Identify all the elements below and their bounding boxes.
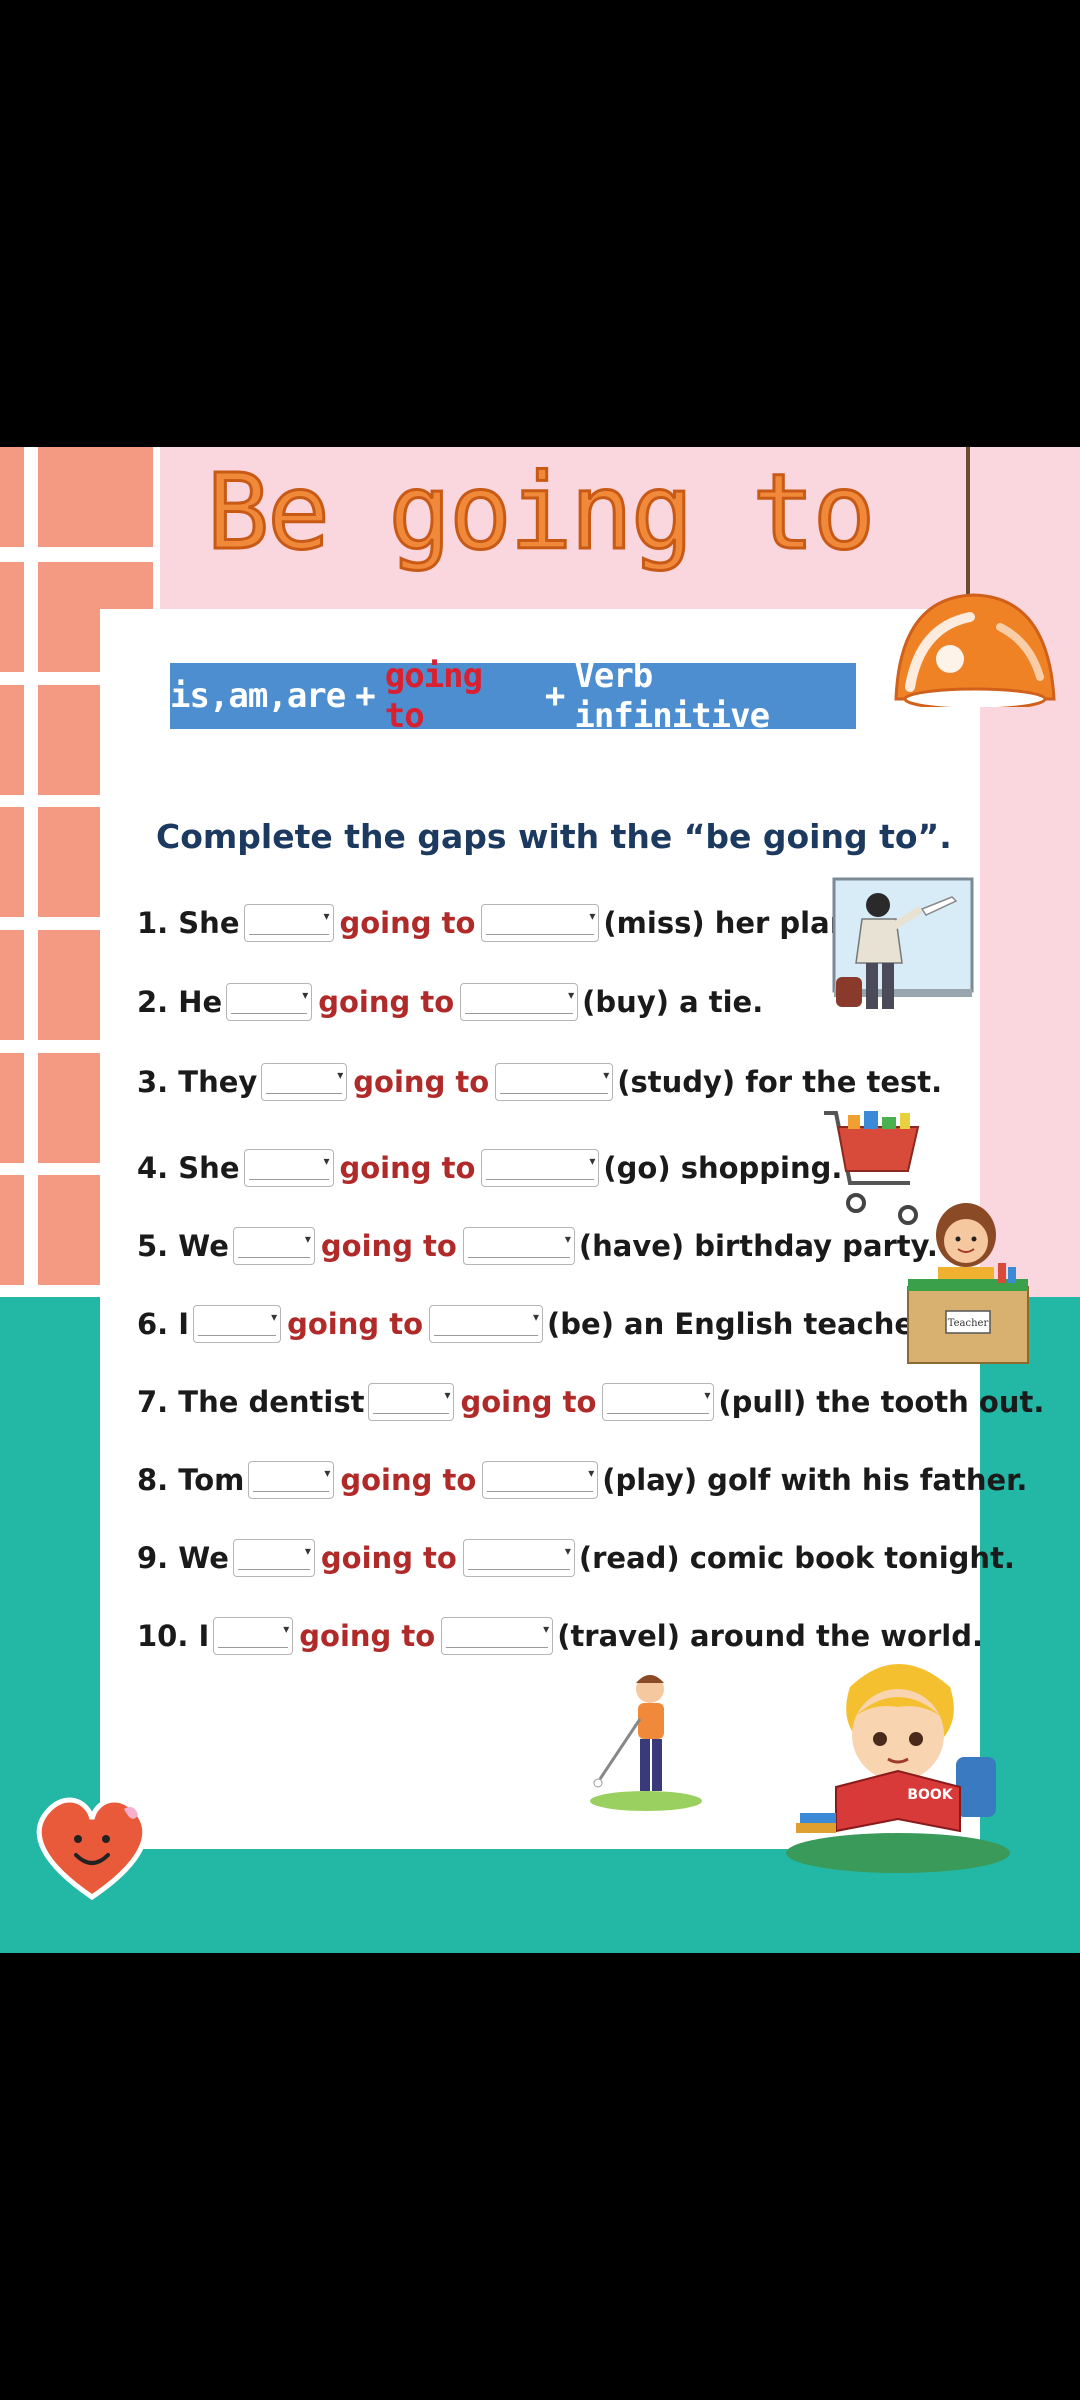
- formula-verb: Verb infinitive: [574, 656, 770, 736]
- be-dropdown[interactable]: ▾: [243, 904, 334, 942]
- be-dropdown[interactable]: ▾: [226, 983, 313, 1021]
- row-label: 6. I: [137, 1307, 190, 1341]
- dropdown-arrow-icon: ▾: [543, 1622, 550, 1636]
- be-dropdown[interactable]: ▾: [232, 1227, 315, 1265]
- dropdown-arrow-icon: ▾: [324, 1466, 331, 1480]
- exercise-row-4: 4. She ▾ going to ▾ (go) shopping.: [137, 1143, 842, 1193]
- going-to-label: going to: [287, 1307, 424, 1341]
- verb-dropdown[interactable]: ▾: [481, 904, 600, 942]
- row-label: 7. The dentist: [137, 1385, 365, 1419]
- row-label: 4. She: [137, 1151, 240, 1185]
- row-rest: (read) comic book tonight.: [578, 1541, 1015, 1575]
- dropdown-arrow-icon: ▾: [304, 1544, 311, 1558]
- exercise-row-2: 2. He ▾ going to ▾ (buy) a tie.: [137, 977, 763, 1027]
- golf-boy-illustration: [590, 1675, 702, 1811]
- book-label: BOOK: [907, 1787, 953, 1803]
- airport-traveler-illustration: [832, 877, 974, 1009]
- exercise-row-7: 7. The dentist ▾ going to ▾ (pull) the t…: [137, 1377, 1044, 1427]
- going-to-label: going to: [460, 1385, 597, 1419]
- formula-plus: +: [355, 676, 376, 716]
- teacher-illustration: Teacher: [907, 1203, 1029, 1364]
- row-rest: (be) an English teacher.: [547, 1307, 936, 1341]
- dropdown-arrow-icon: ▾: [568, 988, 575, 1002]
- be-dropdown[interactable]: ▾: [232, 1539, 315, 1577]
- dropdown-arrow-icon: ▾: [444, 1388, 451, 1402]
- dropdown-arrow-icon: ▾: [704, 1388, 711, 1402]
- be-dropdown[interactable]: ▾: [243, 1149, 334, 1187]
- dropdown-arrow-icon: ▾: [304, 1232, 311, 1246]
- formula-going-to: going to: [384, 656, 483, 736]
- worksheet: Be going to is,am,are + going to + Verb …: [0, 447, 1080, 1953]
- row-label: 5. We: [137, 1229, 229, 1263]
- exercise-row-8: 8. Tom ▾ going to ▾ (play) golf with his…: [137, 1455, 1027, 1505]
- going-to-label: going to: [353, 1065, 490, 1099]
- formula-plus-2: +: [544, 676, 566, 716]
- exercise-row-3: 3. They ▾ going to ▾ (study) for the tes…: [137, 1057, 942, 1107]
- formula-be-forms: is,am,are: [170, 676, 346, 716]
- teacher-sign: Teacher: [948, 1318, 989, 1329]
- going-to-label: going to: [320, 1229, 457, 1263]
- row-label: 2. He: [137, 985, 223, 1019]
- dropdown-arrow-icon: ▾: [603, 1068, 610, 1082]
- verb-dropdown[interactable]: ▾: [460, 983, 579, 1021]
- smiling-heart-icon: [36, 1797, 148, 1901]
- row-rest: (play) golf with his father.: [602, 1463, 1028, 1497]
- dropdown-arrow-icon: ▾: [589, 1154, 596, 1168]
- be-dropdown[interactable]: ▾: [261, 1063, 348, 1101]
- row-label: 10. I: [137, 1619, 210, 1653]
- reading-boy-illustration: BOOK: [786, 1664, 1010, 1873]
- row-label: 8. Tom: [137, 1463, 245, 1497]
- going-to-label: going to: [299, 1619, 436, 1653]
- dropdown-arrow-icon: ▾: [271, 1310, 278, 1324]
- row-rest: (pull) the tooth out.: [718, 1385, 1045, 1419]
- be-dropdown[interactable]: ▾: [193, 1305, 282, 1343]
- verb-dropdown[interactable]: ▾: [481, 1149, 600, 1187]
- verb-dropdown[interactable]: ▾: [482, 1461, 599, 1499]
- dropdown-arrow-icon: ▾: [564, 1232, 571, 1246]
- instruction-text: Complete the gaps with the “be going to”…: [156, 817, 952, 856]
- dropdown-arrow-icon: ▾: [323, 1154, 330, 1168]
- dropdown-arrow-icon: ▾: [588, 1466, 595, 1480]
- exercise-row-1: 1. She ▾ going to ▾ (miss) her plane.: [137, 898, 881, 948]
- dropdown-arrow-icon: ▾: [337, 1068, 344, 1082]
- exercise-row-6: 6. I ▾ going to ▾ (be) an English teache…: [137, 1299, 935, 1349]
- row-rest: (study) for the test.: [617, 1065, 943, 1099]
- row-rest: (have) birthday party.: [578, 1229, 938, 1263]
- going-to-label: going to: [318, 985, 455, 1019]
- verb-dropdown[interactable]: ▾: [441, 1617, 554, 1655]
- going-to-label: going to: [339, 1151, 476, 1185]
- verb-dropdown[interactable]: ▾: [429, 1305, 544, 1343]
- row-label: 3. They: [137, 1065, 258, 1099]
- worksheet-title: Be going to: [205, 450, 877, 575]
- dropdown-arrow-icon: ▾: [302, 988, 309, 1002]
- dropdown-arrow-icon: ▾: [532, 1310, 540, 1324]
- going-to-label: going to: [339, 906, 476, 940]
- row-label: 1. She: [137, 906, 240, 940]
- exercise-row-9: 9. We ▾ going to ▾ (read) comic book ton…: [137, 1533, 1015, 1583]
- going-to-label: going to: [320, 1541, 457, 1575]
- be-dropdown[interactable]: ▾: [248, 1461, 335, 1499]
- verb-dropdown[interactable]: ▾: [462, 1539, 575, 1577]
- dropdown-arrow-icon: ▾: [564, 1544, 571, 1558]
- be-dropdown[interactable]: ▾: [213, 1617, 294, 1655]
- dropdown-arrow-icon: ▾: [283, 1622, 290, 1636]
- row-label: 9. We: [137, 1541, 229, 1575]
- formula-banner: is,am,are + going to + Verb infinitive: [170, 656, 856, 736]
- verb-dropdown[interactable]: ▾: [495, 1063, 614, 1101]
- be-dropdown[interactable]: ▾: [368, 1383, 455, 1421]
- going-to-label: going to: [340, 1463, 477, 1497]
- lamp-icon: [894, 593, 1056, 707]
- dropdown-arrow-icon: ▾: [589, 909, 596, 923]
- exercise-row-5: 5. We ▾ going to ▾ (have) birthday party…: [137, 1221, 938, 1271]
- verb-dropdown[interactable]: ▾: [462, 1227, 575, 1265]
- row-rest: (go) shopping.: [603, 1151, 843, 1185]
- dropdown-arrow-icon: ▾: [323, 909, 330, 923]
- verb-dropdown[interactable]: ▾: [602, 1383, 715, 1421]
- row-rest: (buy) a tie.: [582, 985, 764, 1019]
